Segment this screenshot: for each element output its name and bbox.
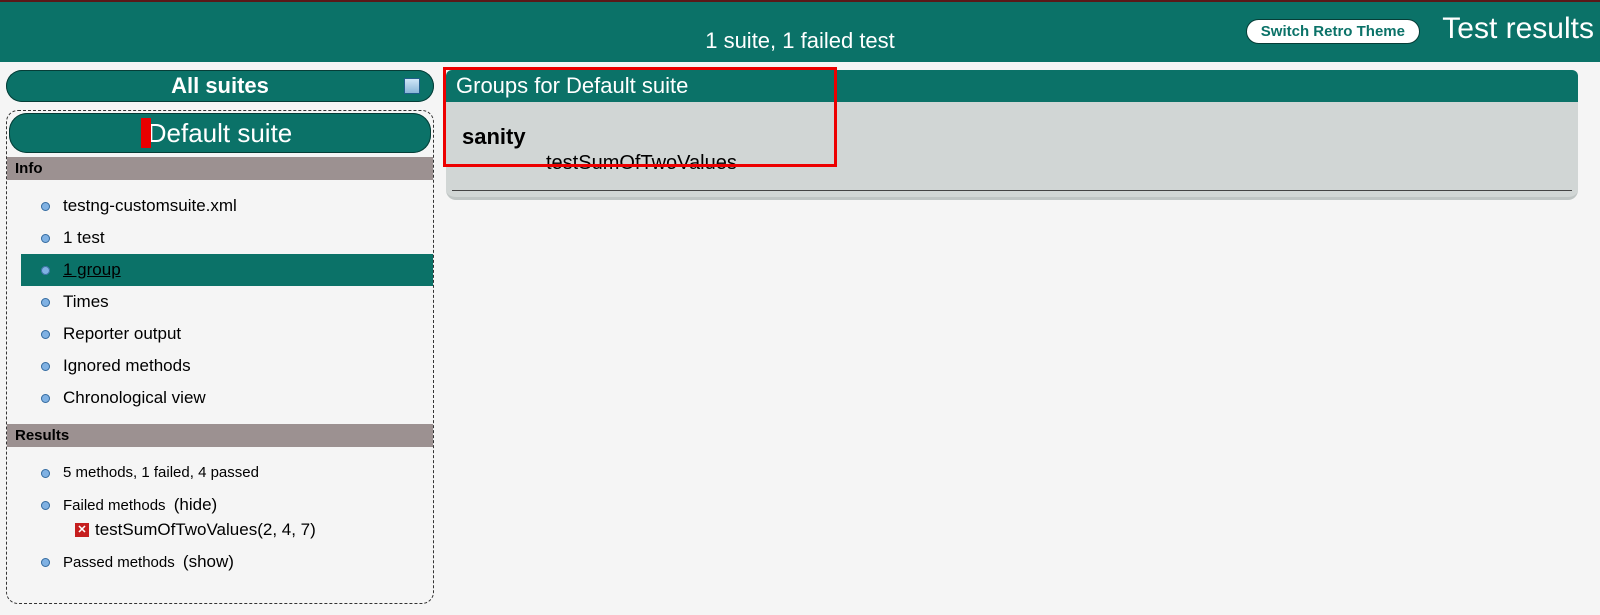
- suite-box: Default suite Info testng-customsuite.xm…: [6, 110, 434, 604]
- info-item-label: Reporter output: [63, 324, 181, 343]
- groups-header: Groups for Default suite: [446, 70, 1578, 102]
- top-bar: 1 suite, 1 failed test Switch Retro Them…: [0, 0, 1600, 62]
- info-item-test[interactable]: 1 test: [41, 222, 433, 254]
- group-name: sanity: [446, 102, 1578, 150]
- switch-theme-button[interactable]: Switch Retro Theme: [1246, 19, 1420, 44]
- passed-methods-item[interactable]: Passed methods (show): [41, 546, 433, 579]
- default-suite-label: Default suite: [148, 118, 293, 149]
- all-suites-label: All suites: [171, 73, 269, 99]
- failed-methods-label: Failed methods: [63, 497, 166, 514]
- default-suite-header[interactable]: Default suite: [9, 113, 431, 153]
- results-summary-label: 5 methods, 1 failed, 4 passed: [63, 464, 259, 481]
- failed-method-row[interactable]: ✕ testSumOfTwoValues(2, 4, 7): [75, 520, 433, 540]
- fail-icon: ✕: [75, 523, 89, 537]
- results-list: 5 methods, 1 failed, 4 passed Failed met…: [7, 457, 433, 583]
- info-item-label: Chronological view: [63, 388, 206, 407]
- info-item-group[interactable]: 1 group: [21, 254, 433, 286]
- divider: [452, 190, 1572, 191]
- results-summary[interactable]: 5 methods, 1 failed, 4 passed: [41, 457, 433, 489]
- page-title: Test results: [1442, 12, 1594, 46]
- info-item-label: 1 test: [63, 228, 105, 247]
- info-item-chrono[interactable]: Chronological view: [41, 382, 433, 414]
- right-panel: Groups for Default suite sanity testSumO…: [446, 70, 1578, 200]
- info-section-header: Info: [7, 157, 433, 180]
- info-list: testng-customsuite.xml 1 test 1 group Ti…: [7, 190, 433, 414]
- fail-indicator-bar: [141, 118, 151, 148]
- collapse-icon[interactable]: [404, 78, 420, 94]
- show-link[interactable]: (show): [183, 552, 234, 571]
- group-method[interactable]: testSumOfTwoValues: [446, 150, 1578, 175]
- left-panel: All suites Default suite Info testng-cus…: [6, 70, 434, 604]
- info-item-times[interactable]: Times: [41, 286, 433, 318]
- groups-body: sanity testSumOfTwoValues: [446, 102, 1578, 200]
- info-item-reporter[interactable]: Reporter output: [41, 318, 433, 350]
- info-item-label: Times: [63, 292, 109, 311]
- info-item-label: Ignored methods: [63, 356, 191, 375]
- failed-method-name: testSumOfTwoValues(2, 4, 7): [95, 520, 316, 540]
- info-item-xml[interactable]: testng-customsuite.xml: [41, 190, 433, 222]
- hide-link[interactable]: (hide): [174, 495, 217, 514]
- info-item-label: testng-customsuite.xml: [63, 196, 237, 215]
- failed-methods-item[interactable]: Failed methods (hide) ✕ testSumOfTwoValu…: [41, 489, 433, 546]
- all-suites-header[interactable]: All suites: [6, 70, 434, 102]
- info-item-label: 1 group: [63, 260, 121, 279]
- passed-methods-label: Passed methods: [63, 554, 175, 571]
- results-section-header: Results: [7, 424, 433, 447]
- info-item-ignored[interactable]: Ignored methods: [41, 350, 433, 382]
